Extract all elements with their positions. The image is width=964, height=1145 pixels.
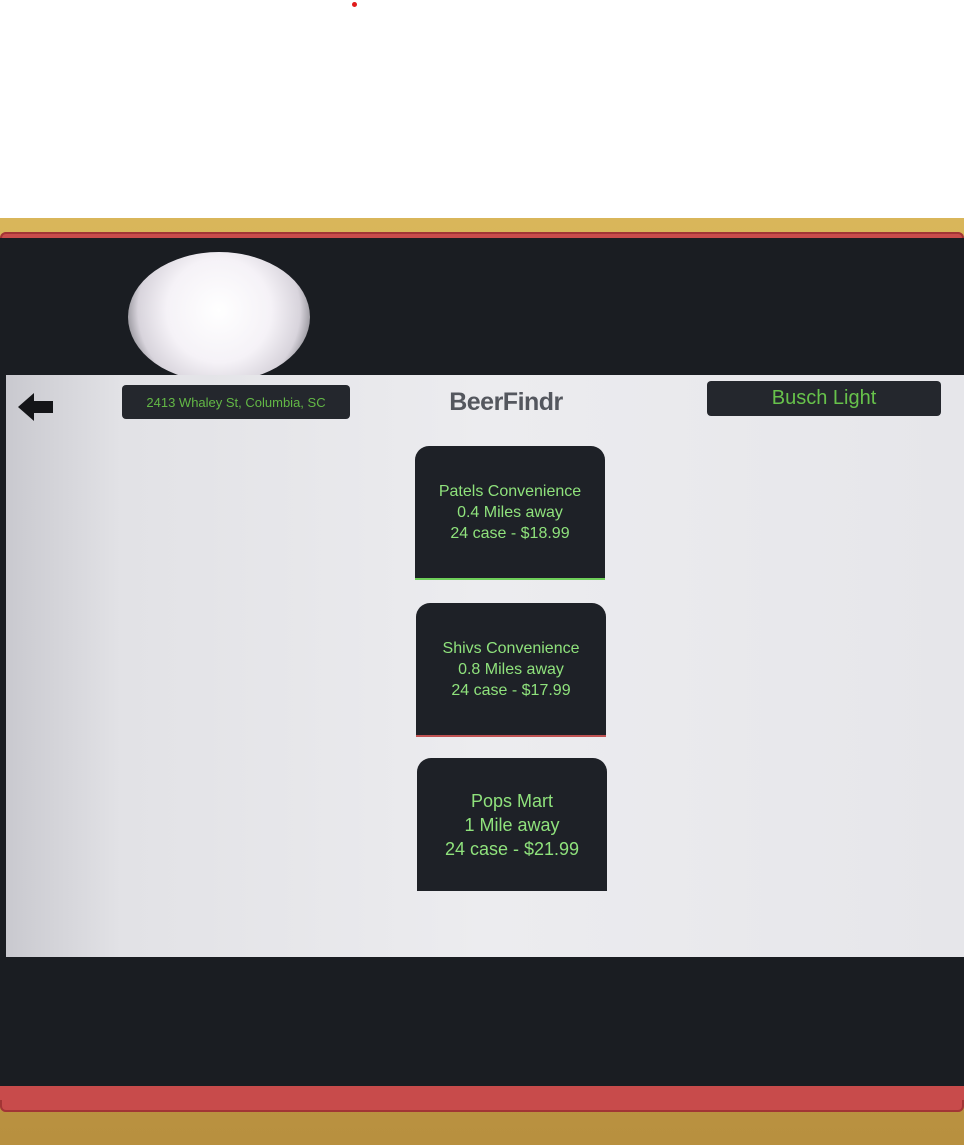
tablet-bezel: 2413 Whaley St, Columbia, SC BeerFindr B… (0, 238, 964, 1096)
status-indicator-dot (352, 2, 357, 7)
store-name: Pops Mart (470, 790, 554, 811)
store-name: Shivs Convenience (442, 639, 580, 657)
store-distance: 1 Mile away (464, 814, 560, 835)
light-glare (128, 252, 310, 382)
app-screen: 2413 Whaley St, Columbia, SC BeerFindr B… (6, 375, 964, 957)
store-distance: 0.4 Miles away (457, 503, 563, 521)
store-price: 24 case - $21.99 (444, 838, 580, 859)
tablet-case-edge (0, 1086, 964, 1100)
store-card-shivs[interactable]: Shivs Convenience 0.8 Miles away 24 case… (416, 603, 606, 737)
store-card-patels[interactable]: Patels Convenience 0.4 Miles away 24 cas… (415, 446, 605, 580)
store-list: Patels Convenience 0.4 Miles away 24 cas… (6, 375, 964, 957)
store-price: 24 case - $18.99 (450, 524, 570, 542)
device-photo: 2413 Whaley St, Columbia, SC BeerFindr B… (0, 218, 964, 1145)
store-name: Patels Convenience (438, 482, 582, 500)
tablet-frame: 2413 Whaley St, Columbia, SC BeerFindr B… (0, 232, 964, 1112)
store-price: 24 case - $17.99 (451, 681, 571, 699)
store-distance: 0.8 Miles away (458, 660, 564, 678)
store-card-pops[interactable]: Pops Mart 1 Mile away 24 case - $21.99 (417, 758, 607, 891)
